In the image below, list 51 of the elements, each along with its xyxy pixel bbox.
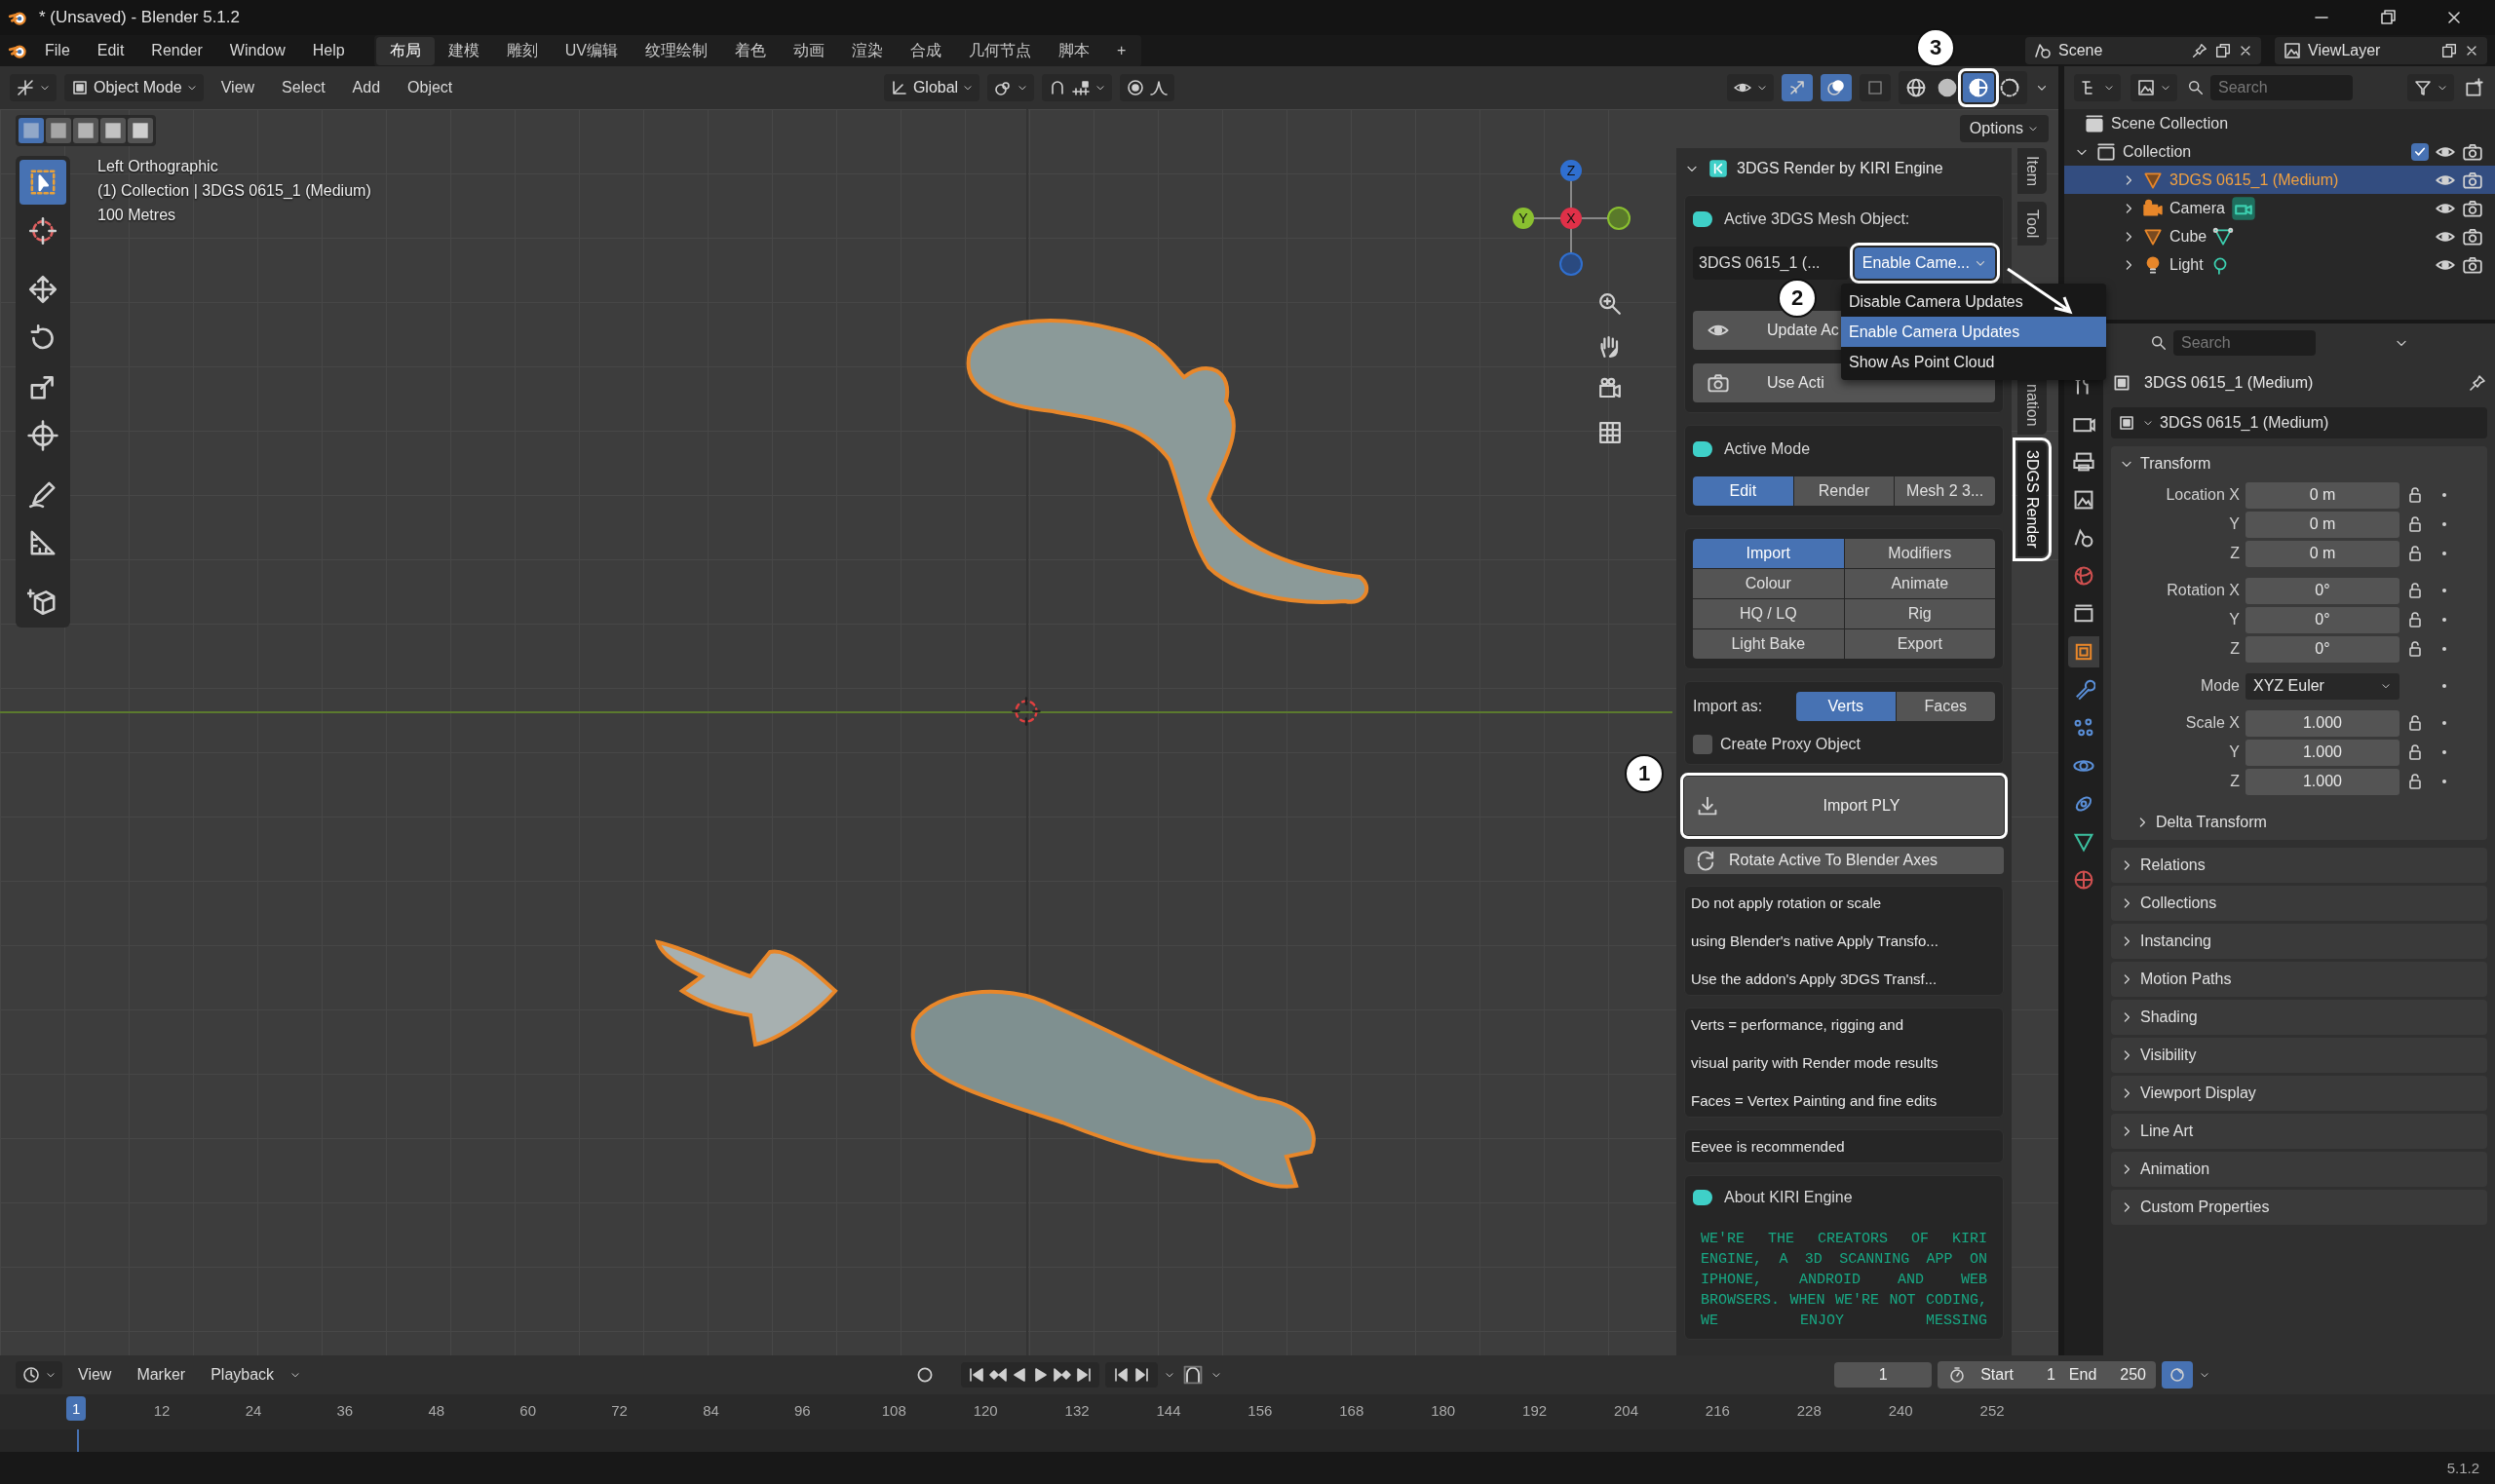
- viewport-info-text: (1) Collection | 3DGS 0615_1 (Medium): [97, 182, 371, 200]
- frame-number: 12: [153, 1402, 171, 1419]
- frame-number: 168: [1339, 1402, 1364, 1419]
- property-label: Scale X: [2184, 714, 2240, 732]
- note-text: visual parity with Render mode results: [1691, 1054, 1939, 1071]
- object-name: 3DGS 0615_1 (Medium): [2144, 374, 2314, 392]
- frame-number: 84: [703, 1402, 719, 1419]
- frame-number: 252: [1979, 1402, 2005, 1419]
- frame-number: 144: [1156, 1402, 1181, 1419]
- frame-number: 240: [1888, 1402, 1913, 1419]
- property-label: Mode: [2199, 677, 2240, 695]
- frame-number: 24: [245, 1402, 262, 1419]
- frame-number: 192: [1522, 1402, 1548, 1419]
- note-text: Eevee is recommended: [1691, 1138, 1846, 1155]
- viewport-info-text: 100 Metres: [97, 207, 177, 224]
- about-paragraph: WE'RE THE CREATORS OF KIRI ENGINE, A 3D SCANNING APP ON IPHONE, ANDROID AND WEB BROWSERS. WHEN WE'RE NOT CODING, WE ENJOY MESSING: [1700, 1230, 1988, 1331]
- property-label: Y: [2228, 515, 2240, 533]
- viewport-info-text: Left Orthographic: [97, 158, 219, 175]
- note-text: Use the addon's Apply 3DGS Transf...: [1691, 970, 1938, 987]
- frame-number: 36: [336, 1402, 354, 1419]
- property-label: Y: [2228, 611, 2240, 628]
- property-label: Rotation X: [2166, 582, 2240, 599]
- frame-number: 216: [1705, 1402, 1730, 1419]
- property-label: Y: [2228, 743, 2240, 761]
- frame-number: 108: [881, 1402, 906, 1419]
- frame-number: 48: [428, 1402, 445, 1419]
- property-label: Z: [2229, 545, 2240, 562]
- panel-title: 3DGS Render by KIRI Engine: [1737, 160, 1943, 177]
- frame-number: 156: [1248, 1402, 1273, 1419]
- frame-number: 204: [1613, 1402, 1638, 1419]
- frame-number: 132: [1064, 1402, 1090, 1419]
- section-label: About KIRI Engine: [1724, 1189, 1853, 1206]
- note-text: using Blender's native Apply Transfo...: [1691, 932, 1939, 949]
- property-label: Z: [2229, 773, 2240, 790]
- frame-number: 96: [794, 1402, 811, 1419]
- frame-number: 120: [973, 1402, 998, 1419]
- frame-number: 180: [1431, 1402, 1456, 1419]
- section-label: Active 3DGS Mesh Object:: [1724, 210, 1910, 228]
- version-text: 5.1.2: [2446, 1460, 2479, 1476]
- field-label: Import as:: [1693, 698, 1764, 715]
- frame-number: 228: [1796, 1402, 1822, 1419]
- window-title: * (Unsaved) - Blender 5.1.2: [39, 8, 240, 27]
- section-label: Active Mode: [1724, 440, 1811, 458]
- frame-number: 72: [611, 1402, 628, 1419]
- note-text: Verts = performance, rigging and: [1691, 1016, 1905, 1033]
- checkbox-label: Create Proxy Object: [1720, 736, 1862, 753]
- property-label: Z: [2229, 640, 2240, 658]
- frame-number: 60: [519, 1402, 536, 1419]
- note-text: Do not apply rotation or scale: [1691, 894, 1883, 911]
- note-text: Faces = Vertex Painting and fine edits: [1691, 1092, 1938, 1109]
- property-label: Location X: [2165, 486, 2240, 504]
